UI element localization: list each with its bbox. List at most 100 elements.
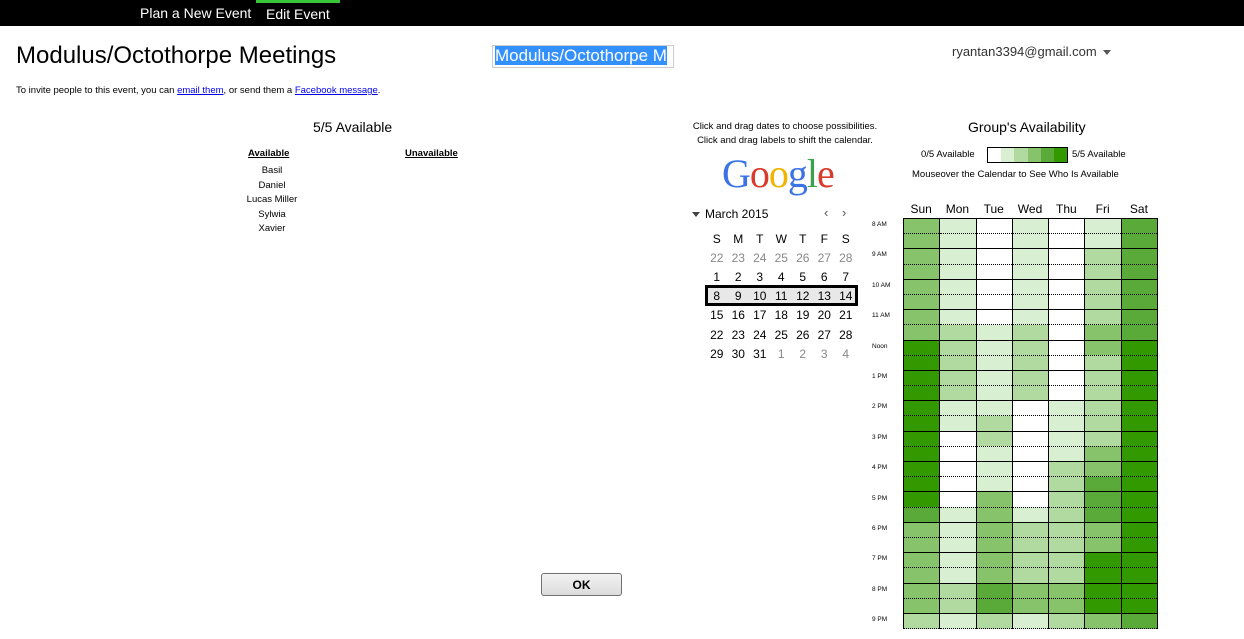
availability-cell[interactable] [939,233,977,250]
availability-cell[interactable] [1011,400,1050,417]
availability-cell[interactable] [939,598,977,614]
availability-cell[interactable] [1011,415,1050,432]
calendar-day[interactable]: 2 [728,267,750,286]
availability-cell[interactable] [1048,248,1086,265]
calendar-day[interactable]: 10 [749,286,771,306]
availability-cell[interactable] [1048,370,1086,387]
chevron-right-icon[interactable]: › [842,205,846,220]
availability-cell[interactable] [1084,446,1122,463]
calendar-day[interactable]: 17 [749,306,771,325]
availability-cell[interactable] [1120,233,1159,250]
calendar-day[interactable]: 28 [835,325,857,344]
availability-cell[interactable] [1011,537,1050,554]
grid-time-label[interactable]: 5 PM [872,495,902,502]
availability-cell[interactable] [902,583,941,599]
availability-cell[interactable] [1120,507,1159,523]
availability-cell[interactable] [975,233,1013,250]
availability-cell[interactable] [902,491,941,508]
availability-cell[interactable] [902,613,941,630]
grid-time-label[interactable]: 8 PM [872,586,902,593]
calendar-day[interactable]: 6 [814,267,836,286]
calendar-day[interactable]: 13 [813,286,835,306]
grid-day-header[interactable]: Wed [1012,202,1048,216]
availability-cell[interactable] [939,400,977,417]
grid-time-label[interactable]: 11 AM [872,312,902,319]
availability-cell[interactable] [1011,233,1050,250]
availability-cell[interactable] [975,537,1013,554]
availability-cell[interactable] [1120,309,1159,326]
calendar-day[interactable]: 2 [792,344,814,363]
availability-cell[interactable] [939,385,977,402]
calendar-day[interactable]: 30 [728,344,750,363]
availability-cell[interactable] [975,613,1013,630]
availability-cell[interactable] [939,431,977,447]
availability-cell[interactable] [1120,598,1159,614]
availability-cell[interactable] [939,279,977,295]
email-them-link[interactable]: email them [177,85,223,96]
availability-cell[interactable] [1084,598,1122,614]
calendar-day[interactable]: 15 [706,306,728,325]
calendar-day[interactable]: 12 [792,286,814,306]
calendar-day[interactable]: 24 [749,325,771,344]
availability-cell[interactable] [902,309,941,326]
calendar-day[interactable]: 26 [792,325,814,344]
availability-cell[interactable] [1120,217,1159,235]
availability-cell[interactable] [975,279,1013,295]
availability-cell[interactable] [939,355,977,371]
calendar-day[interactable]: 23 [728,325,750,344]
availability-cell[interactable] [939,491,977,508]
availability-cell[interactable] [1084,415,1122,432]
ok-button[interactable]: OK [541,573,622,596]
availability-cell[interactable] [1084,461,1122,478]
availability-cell[interactable] [1011,522,1050,538]
availability-cell[interactable] [975,385,1013,402]
availability-cell[interactable] [1120,522,1159,538]
availability-cell[interactable] [1120,355,1159,371]
availability-cell[interactable] [1084,294,1122,311]
availability-cell[interactable] [975,370,1013,387]
availability-cell[interactable] [902,279,941,295]
availability-cell[interactable] [975,217,1013,235]
availability-cell[interactable] [975,461,1013,478]
availability-cell[interactable] [975,248,1013,265]
availability-cell[interactable] [975,264,1013,280]
availability-cell[interactable] [1120,476,1159,493]
grid-time-label[interactable]: 7 PM [872,555,902,562]
availability-cell[interactable] [1084,400,1122,417]
availability-cell[interactable] [1120,370,1159,387]
availability-cell[interactable] [902,567,941,584]
availability-cell[interactable] [1011,552,1050,569]
availability-cell[interactable] [902,431,941,447]
availability-cell[interactable] [939,370,977,387]
availability-cell[interactable] [1048,385,1086,402]
availability-cell[interactable] [1048,264,1086,280]
account-menu[interactable]: ryantan3394@gmail.com [952,44,1111,59]
availability-cell[interactable] [1011,507,1050,523]
availability-cell[interactable] [1120,279,1159,295]
availability-cell[interactable] [939,537,977,554]
availability-cell[interactable] [1048,522,1086,538]
chevron-left-icon[interactable]: ‹ [824,205,828,220]
calendar-day[interactable]: 24 [749,248,771,267]
grid-time-label[interactable]: 8 AM [872,221,902,228]
availability-cell[interactable] [1011,385,1050,402]
availability-cell[interactable] [1084,264,1122,280]
availability-cell[interactable] [902,355,941,371]
facebook-message-link[interactable]: Facebook message [295,85,378,96]
calendar-day[interactable]: 3 [749,267,771,286]
availability-cell[interactable] [1048,217,1086,235]
calendar-day[interactable]: 20 [814,306,836,325]
availability-cell[interactable] [1048,491,1086,508]
calendar-day[interactable]: 14 [835,286,857,306]
availability-cell[interactable] [1120,385,1159,402]
availability-cell[interactable] [1011,491,1050,508]
availability-cell[interactable] [939,567,977,584]
grid-time-label[interactable]: Noon [872,343,902,350]
caret-down-icon[interactable] [692,212,700,218]
availability-cell[interactable] [902,264,941,280]
grid-day-header[interactable]: Mon [939,202,975,216]
availability-cell[interactable] [1120,294,1159,311]
availability-cell[interactable] [1011,476,1050,493]
calendar-day[interactable]: 22 [706,248,728,267]
grid-time-label[interactable]: 10 AM [872,282,902,289]
